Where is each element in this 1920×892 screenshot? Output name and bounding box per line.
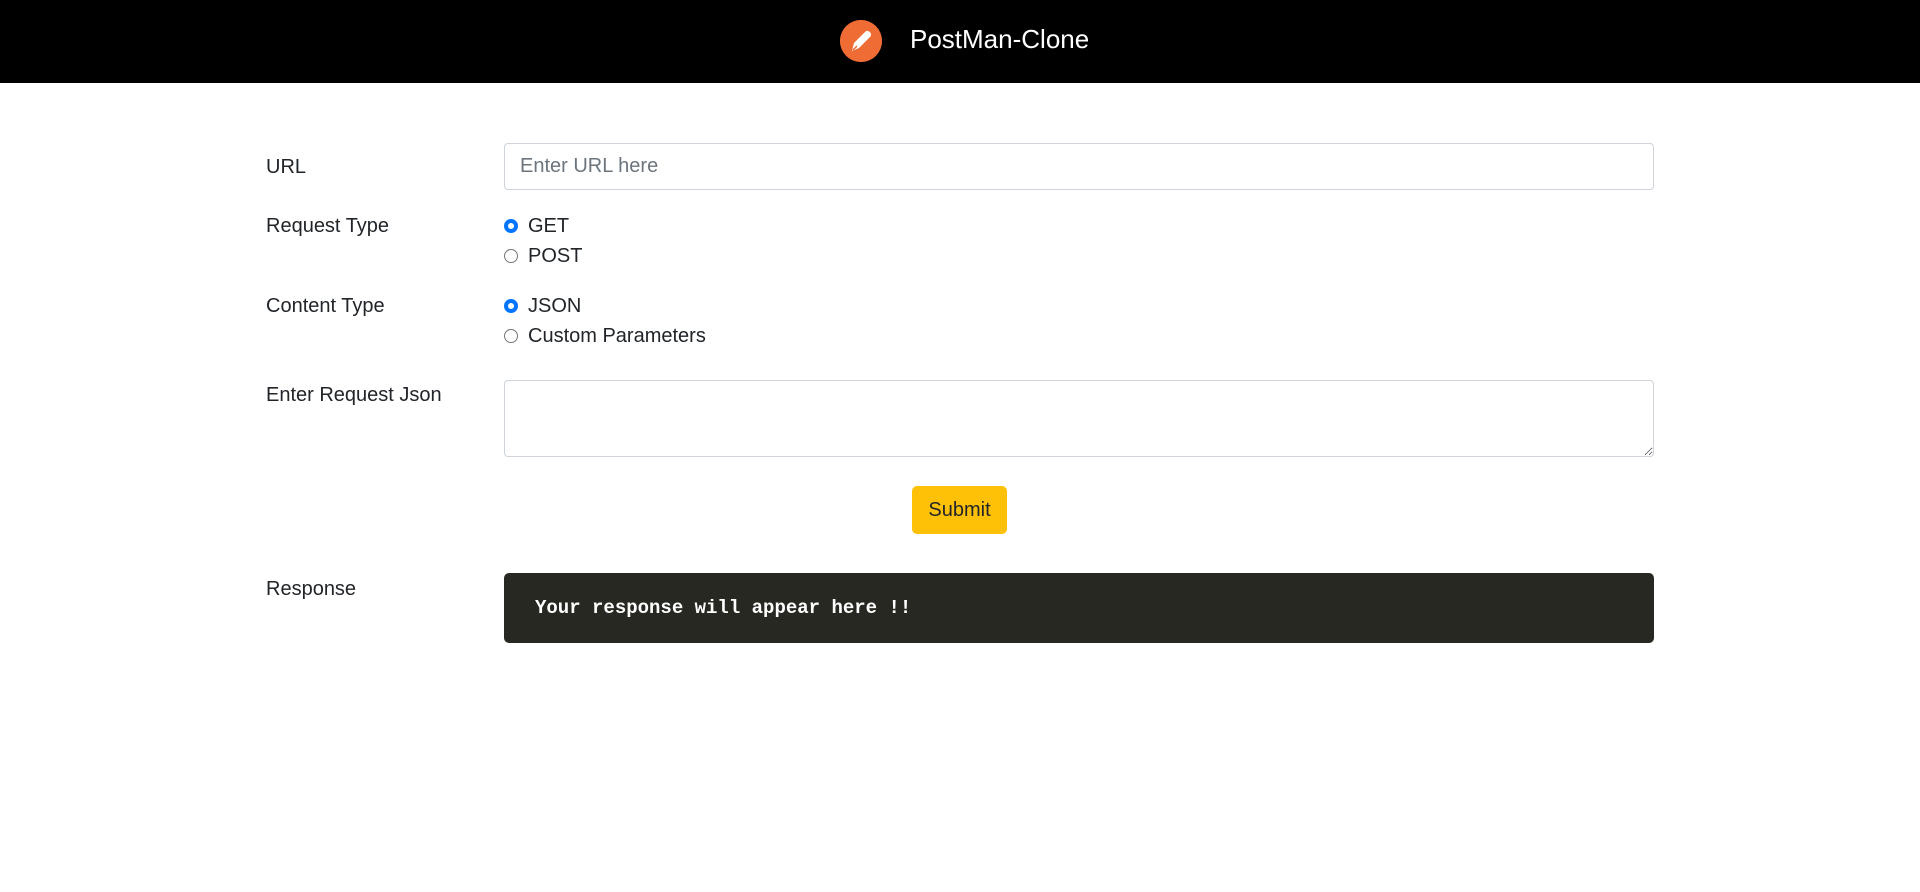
content-type-custom-radio[interactable] <box>504 329 518 343</box>
content-type-json-label[interactable]: JSON <box>528 293 581 319</box>
postman-logo-icon[interactable] <box>840 20 882 62</box>
url-input[interactable] <box>504 143 1654 190</box>
request-json-textarea[interactable] <box>504 380 1654 457</box>
navbar: PostMan-Clone <box>0 0 1920 83</box>
url-label: URL <box>266 156 307 178</box>
request-type-post-option[interactable]: POST <box>504 243 582 269</box>
request-json-label: Enter Request Json <box>266 384 442 406</box>
content-type-json-radio[interactable] <box>504 299 518 313</box>
app-title: PostMan-Clone <box>910 24 1090 54</box>
request-type-label: Request Type <box>266 215 390 237</box>
request-type-post-radio[interactable] <box>504 249 518 263</box>
postman-logo-svg <box>840 20 882 62</box>
content-type-json-option[interactable]: JSON <box>504 293 581 319</box>
request-type-post-label[interactable]: POST <box>528 243 582 269</box>
response-label: Response <box>266 578 357 600</box>
response-text: Your response will appear here !! <box>535 597 912 619</box>
request-type-get-option[interactable]: GET <box>504 213 569 239</box>
content-type-custom-option[interactable]: Custom Parameters <box>504 323 706 349</box>
response-panel: Your response will appear here !! <box>504 573 1654 643</box>
submit-button[interactable]: Submit <box>912 486 1007 534</box>
content-type-label: Content Type <box>266 295 385 317</box>
content-type-custom-label[interactable]: Custom Parameters <box>528 323 706 349</box>
request-type-get-radio[interactable] <box>504 219 518 233</box>
request-type-get-label[interactable]: GET <box>528 213 569 239</box>
